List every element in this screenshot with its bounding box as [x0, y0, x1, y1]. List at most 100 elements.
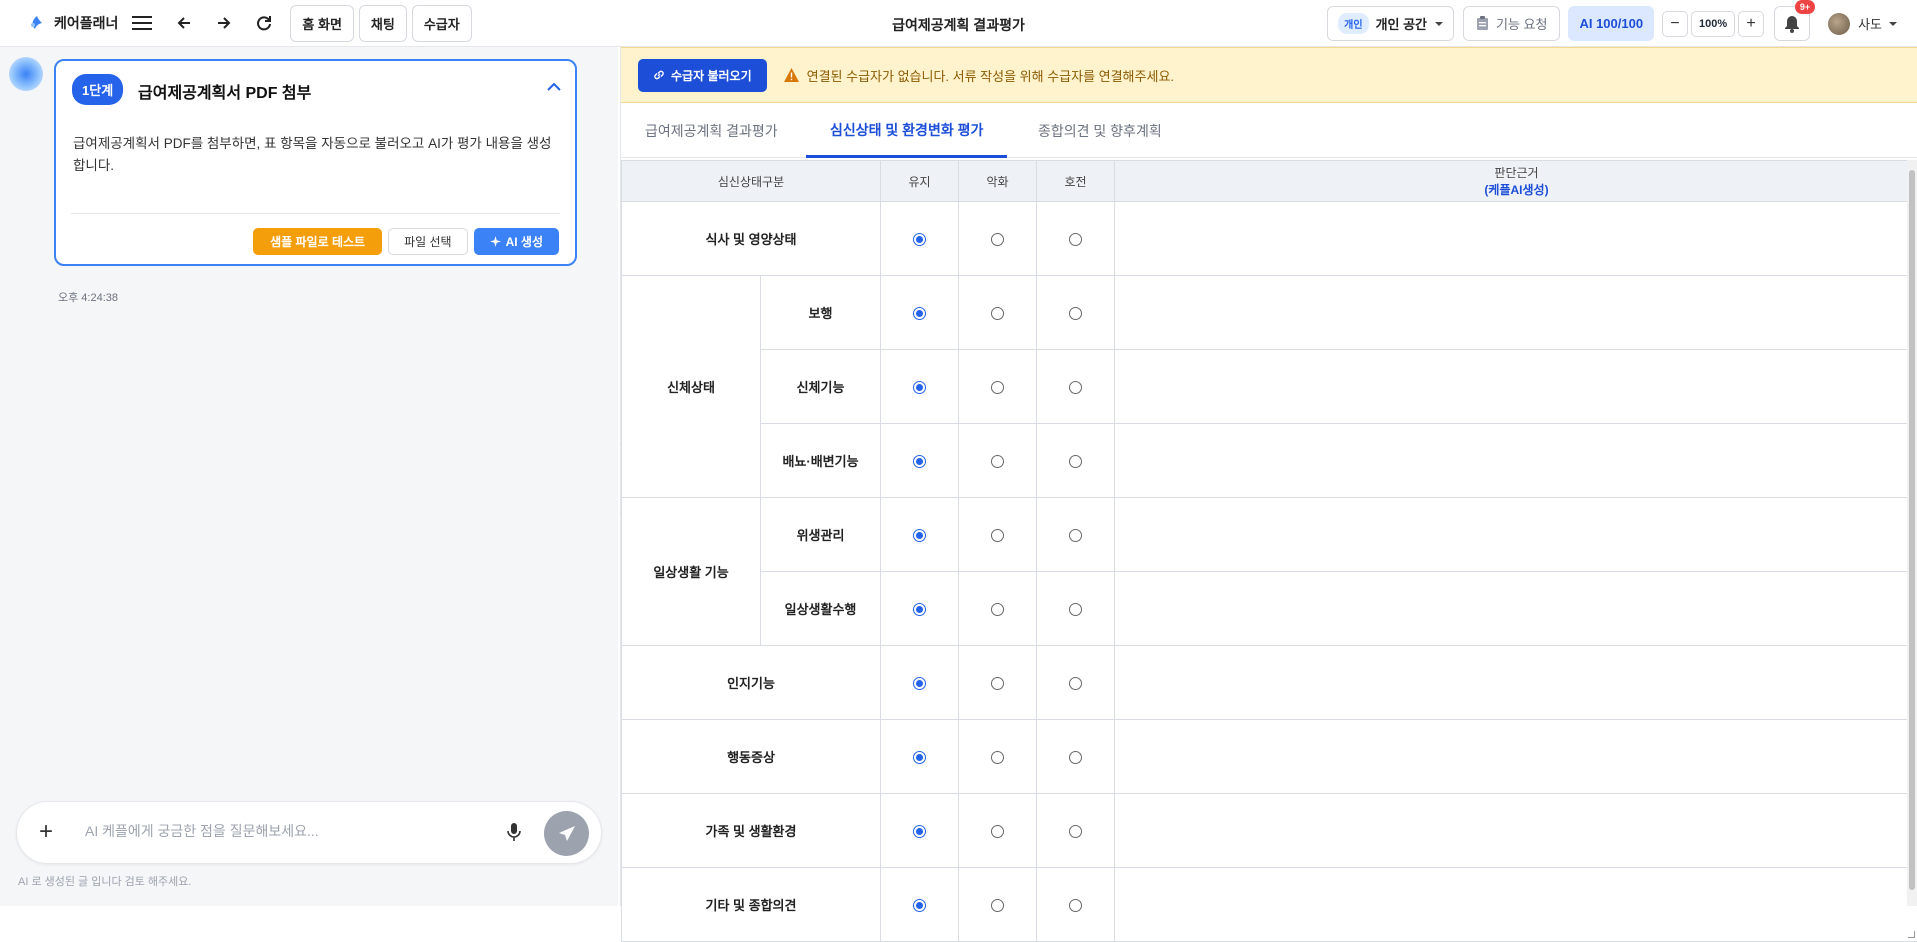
sample-test-button[interactable]: 샘플 파일로 테스트: [253, 228, 382, 255]
basis-textarea[interactable]: [1115, 868, 1917, 942]
basis-textarea[interactable]: [1115, 498, 1917, 572]
table-row: 신체기능: [622, 350, 1917, 424]
radio-keep[interactable]: [913, 307, 926, 320]
chat-button[interactable]: 채팅: [359, 5, 407, 42]
basis-textarea[interactable]: [1115, 202, 1917, 276]
row-label: 인지기능: [622, 646, 881, 720]
chevron-down-icon: [1435, 21, 1443, 27]
radio-worse[interactable]: [991, 825, 1004, 838]
header-basis-title: 판단근거: [1115, 164, 1917, 181]
ai-avatar: [9, 57, 43, 91]
header-category: 심신상태구분: [622, 161, 881, 202]
basis-textarea[interactable]: [1115, 572, 1917, 646]
basis-textarea[interactable]: [1115, 646, 1917, 720]
basis-textarea[interactable]: [1115, 794, 1917, 868]
tab-bar: 급여제공계획 결과평가 심신상태 및 환경변화 평가 종합의견 및 향후계획: [621, 104, 1917, 158]
ai-generate-button[interactable]: AI 생성: [474, 228, 559, 255]
header-basis-subtitle: (케플AI생성): [1115, 181, 1917, 198]
group-label: 신체상태: [622, 276, 761, 498]
warning-text: 연결된 수급자가 없습니다. 서류 작성을 위해 수급자를 연결해주세요.: [807, 66, 1174, 85]
link-icon: [653, 69, 665, 81]
ai-quota-badge: AI 100/100: [1568, 6, 1654, 41]
zoom-in-button[interactable]: +: [1738, 11, 1764, 37]
radio-worse[interactable]: [991, 381, 1004, 394]
radio-better[interactable]: [1069, 825, 1082, 838]
radio-keep[interactable]: [913, 233, 926, 246]
radio-better[interactable]: [1069, 233, 1082, 246]
header-keep: 유지: [881, 161, 959, 202]
radio-worse[interactable]: [991, 233, 1004, 246]
table-row: 인지기능: [622, 646, 1917, 720]
tab-overall-opinion[interactable]: 종합의견 및 향후계획: [1014, 104, 1186, 158]
header-worse: 악화: [959, 161, 1037, 202]
table-row: 기타 및 종합의견: [622, 868, 1917, 942]
radio-worse[interactable]: [991, 529, 1004, 542]
zoom-control: − 100% +: [1662, 11, 1764, 37]
row-label: 일상생활수행: [761, 572, 881, 646]
zoom-out-button[interactable]: −: [1662, 11, 1688, 37]
divider: [71, 213, 560, 214]
basis-textarea[interactable]: [1115, 720, 1917, 794]
chevron-up-icon[interactable]: [547, 79, 561, 94]
tab-plan-evaluation[interactable]: 급여제공계획 결과평가: [621, 104, 802, 158]
radio-keep[interactable]: [913, 825, 926, 838]
header-better: 호전: [1037, 161, 1115, 202]
header-basis: 판단근거(케플AI생성): [1115, 161, 1917, 202]
brand[interactable]: 케어플래너: [28, 13, 118, 33]
radio-keep[interactable]: [913, 603, 926, 616]
radio-worse[interactable]: [991, 455, 1004, 468]
feature-request-button[interactable]: 기능 요청: [1463, 6, 1560, 41]
load-recipient-button[interactable]: 수급자 불러오기: [638, 59, 767, 92]
tab-mental-physical-evaluation[interactable]: 심신상태 및 환경변화 평가: [806, 104, 1007, 158]
radio-keep[interactable]: [913, 751, 926, 764]
home-button[interactable]: 홈 화면: [290, 5, 354, 42]
workspace-select[interactable]: 개인 개인 공간: [1327, 6, 1454, 41]
refresh-icon[interactable]: [248, 7, 280, 39]
basis-textarea[interactable]: [1115, 424, 1917, 498]
radio-better[interactable]: [1069, 455, 1082, 468]
warning-banner: 수급자 불러오기 연결된 수급자가 없습니다. 서류 작성을 위해 수급자를 연…: [621, 47, 1917, 103]
radio-keep[interactable]: [913, 677, 926, 690]
recipient-button[interactable]: 수급자: [412, 5, 472, 42]
group-label: 일상생활 기능: [622, 498, 761, 646]
ai-disclaimer: AI 로 생성된 글 입니다 검토 해주세요.: [18, 873, 191, 889]
basis-textarea[interactable]: [1115, 276, 1917, 350]
basis-textarea[interactable]: [1115, 350, 1917, 424]
radio-worse[interactable]: [991, 307, 1004, 320]
forward-arrow-icon[interactable]: [208, 7, 240, 39]
send-icon: [558, 825, 576, 843]
table-row: 행동증상: [622, 720, 1917, 794]
table-row: 식사 및 영양상태: [622, 202, 1917, 276]
back-arrow-icon[interactable]: [168, 7, 200, 39]
radio-better[interactable]: [1069, 603, 1082, 616]
send-button[interactable]: [544, 811, 589, 856]
radio-keep[interactable]: [913, 381, 926, 394]
radio-keep[interactable]: [913, 529, 926, 542]
radio-worse[interactable]: [991, 751, 1004, 764]
file-select-button[interactable]: 파일 선택: [388, 228, 468, 255]
menu-icon[interactable]: [126, 7, 158, 39]
radio-better[interactable]: [1069, 677, 1082, 690]
scrollbar-thumb[interactable]: [1909, 170, 1915, 890]
radio-worse[interactable]: [991, 603, 1004, 616]
chat-input[interactable]: [85, 823, 485, 839]
step-title: 급여제공계획서 PDF 첨부: [138, 79, 311, 103]
scrollbar[interactable]: [1907, 160, 1917, 906]
row-label: 행동증상: [622, 720, 881, 794]
notification-button[interactable]: 9+: [1774, 6, 1810, 41]
radio-better[interactable]: [1069, 381, 1082, 394]
workspace-label: 개인 공간: [1376, 14, 1427, 33]
radio-keep[interactable]: [913, 455, 926, 468]
row-label: 식사 및 영양상태: [622, 202, 881, 276]
user-menu[interactable]: 사도: [1828, 13, 1897, 35]
plus-icon[interactable]: +: [39, 820, 53, 844]
radio-better[interactable]: [1069, 751, 1082, 764]
row-label: 신체기능: [761, 350, 881, 424]
user-name: 사도: [1858, 14, 1882, 33]
notification-count: 9+: [1795, 0, 1815, 14]
microphone-icon[interactable]: [507, 822, 521, 845]
radio-worse[interactable]: [991, 677, 1004, 690]
radio-better[interactable]: [1069, 529, 1082, 542]
chevron-down-icon: [1889, 21, 1897, 27]
radio-better[interactable]: [1069, 307, 1082, 320]
